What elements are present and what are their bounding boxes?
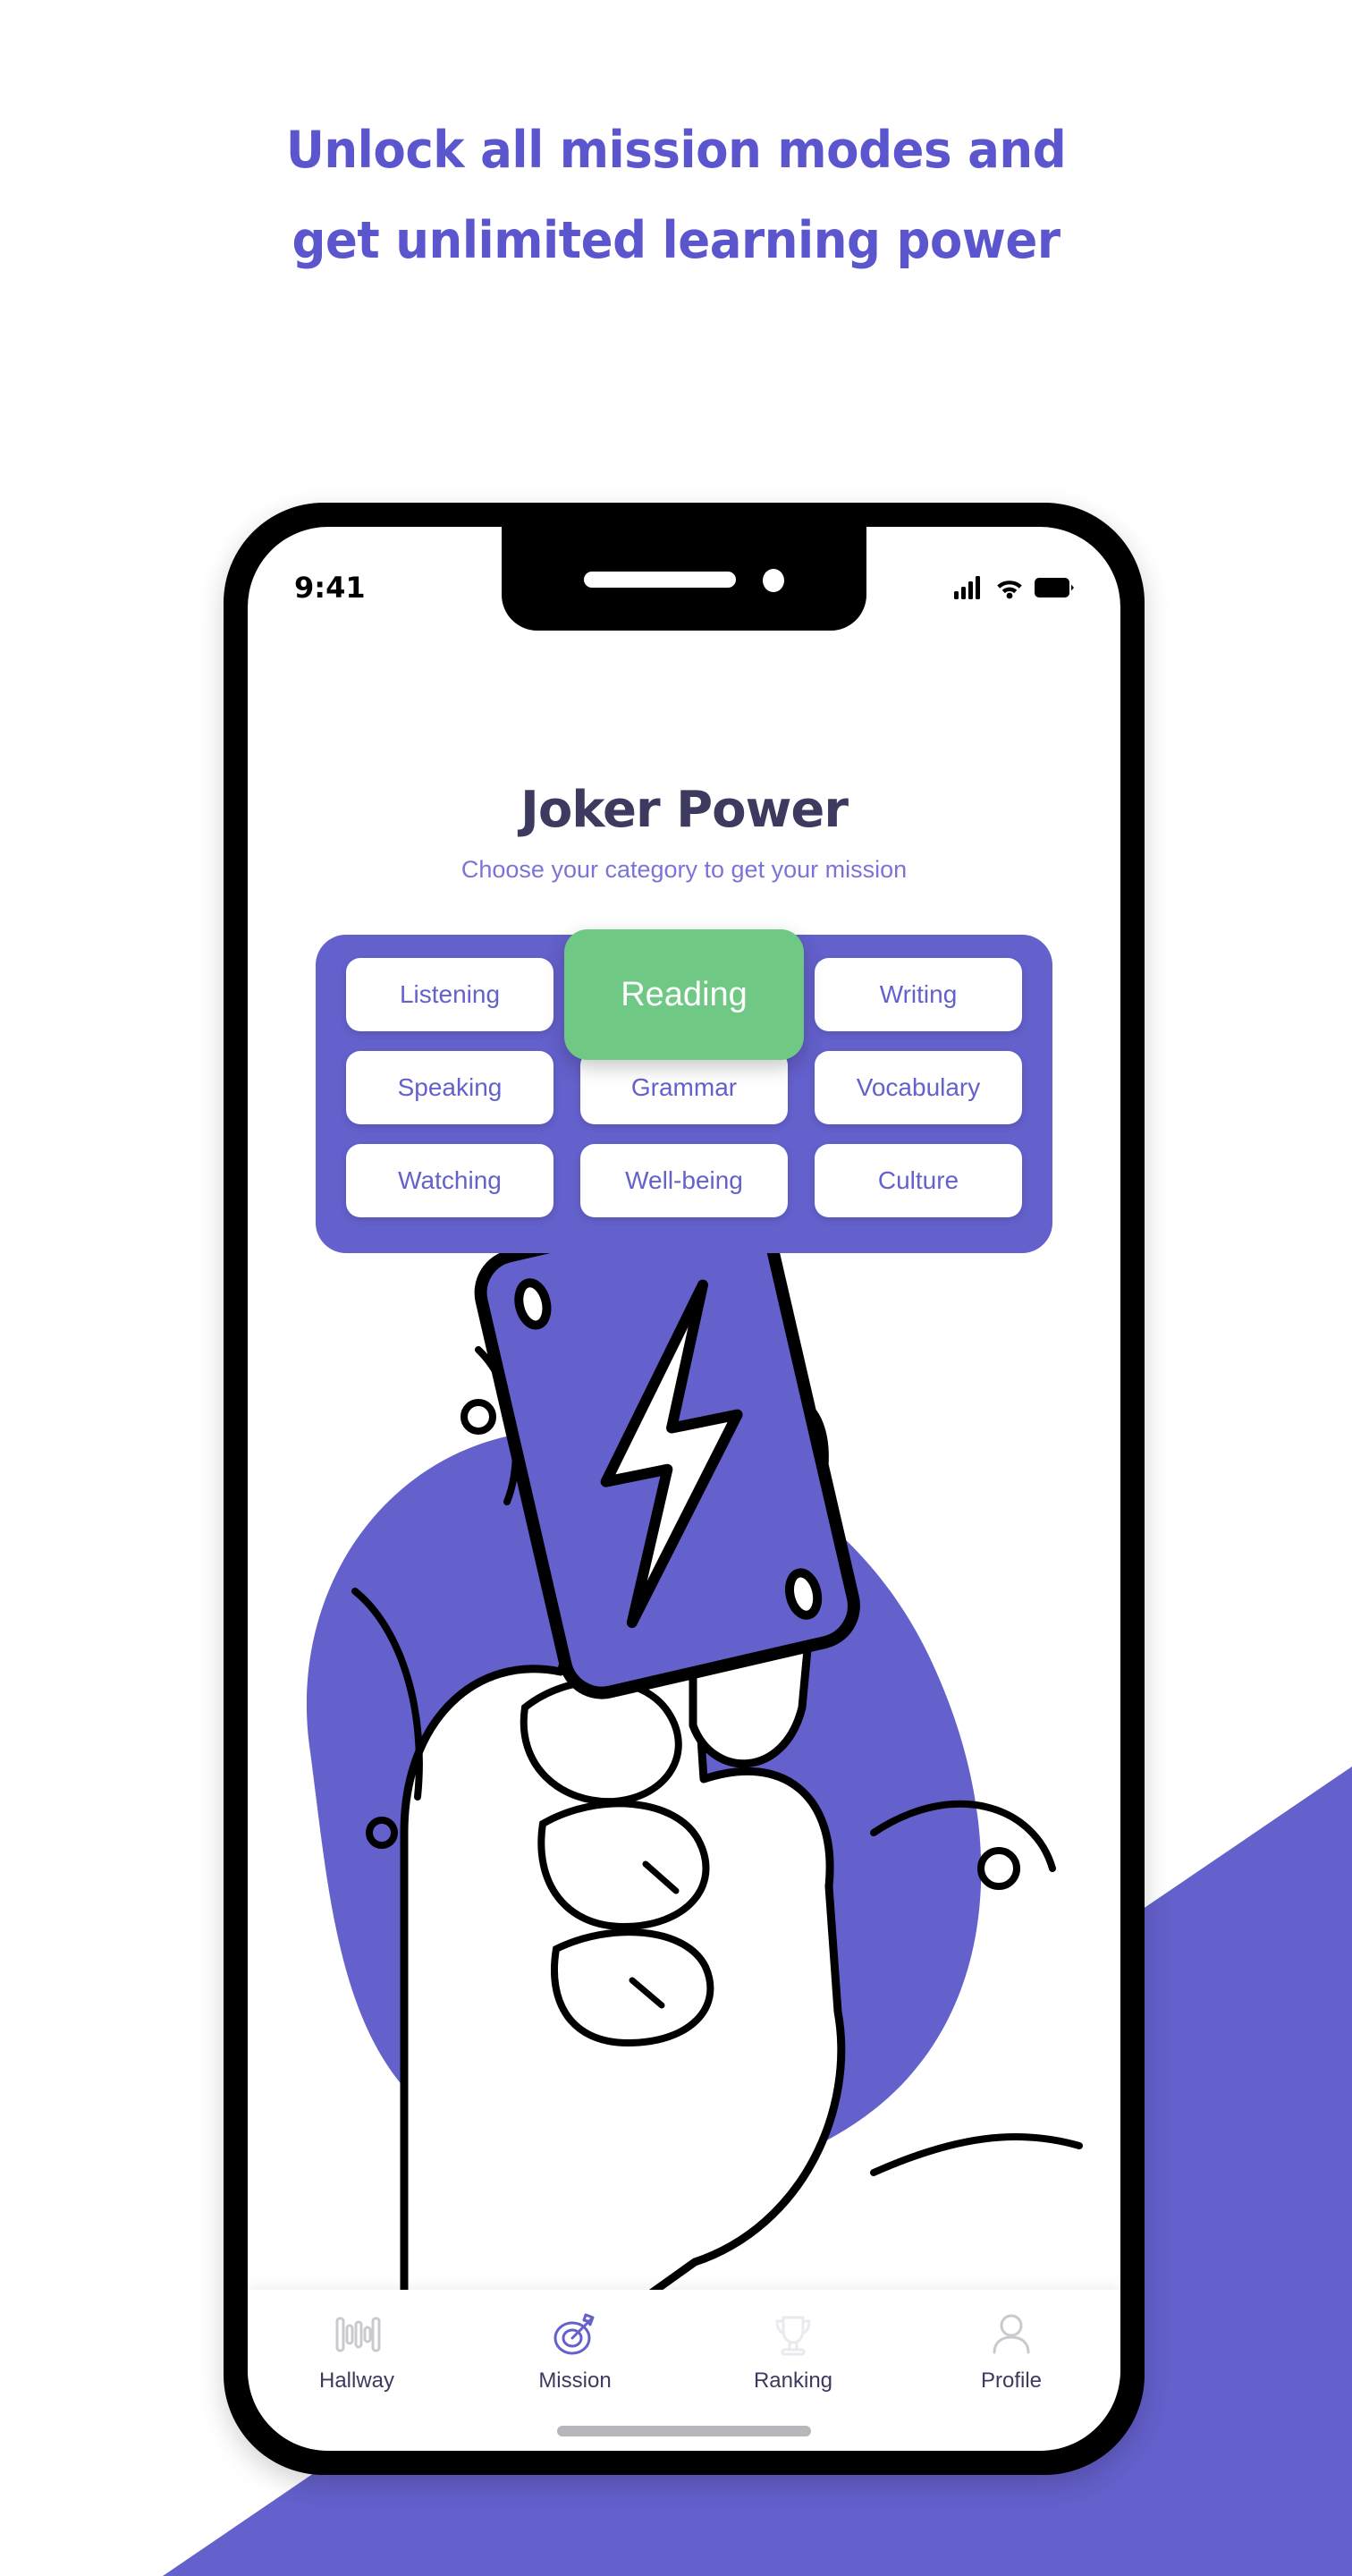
tab-label-profile: Profile [980, 2368, 1043, 2393]
tab-mission[interactable]: Mission [466, 2309, 684, 2394]
phone-notch [502, 527, 866, 631]
category-chip-vocabulary[interactable]: Vocabulary [815, 1051, 1022, 1124]
tab-ranking[interactable]: Ranking [684, 2309, 902, 2394]
tab-hallway[interactable]: Hallway [248, 2309, 466, 2394]
category-chip-listening[interactable]: Listening [346, 958, 553, 1031]
category-chip-watching[interactable]: Watching [346, 1144, 553, 1217]
tab-label-mission: Mission [538, 2368, 612, 2393]
battery-icon [1035, 578, 1074, 597]
phone-screen: 9:41 Joker Power Choose your category to… [248, 527, 1120, 2451]
phone-mockup-frame: 9:41 Joker Power Choose your category to… [224, 503, 1145, 2475]
headline-line-1: Unlock all mission modes and [285, 121, 1067, 180]
headline-line-2: get unlimited learning power [292, 211, 1060, 270]
category-chip-wellbeing[interactable]: Well-being [580, 1144, 788, 1217]
category-row-1: Listening Writing Reading [346, 929, 1022, 1060]
status-icons [954, 576, 1074, 599]
category-chip-culture[interactable]: Culture [815, 1144, 1022, 1217]
category-row-2: Speaking Grammar Vocabulary [346, 1051, 1022, 1124]
home-indicator[interactable] [557, 2426, 811, 2436]
hand-tapping-power-card-illustration [306, 1207, 1083, 2307]
cellular-signal-icon [954, 576, 980, 599]
category-chip-grammar[interactable]: Grammar [580, 1051, 788, 1124]
category-selector-panel: Listening Writing Reading Speaking Gramm… [316, 929, 1052, 1253]
category-chip-writing[interactable]: Writing [815, 958, 1022, 1031]
category-chip-reading-selected[interactable]: Reading [564, 929, 804, 1060]
page-headline: Unlock all mission modes and get unlimit… [0, 106, 1352, 286]
tab-label-ranking: Ranking [753, 2368, 833, 2393]
wifi-icon [997, 580, 1022, 599]
page-subtitle: Choose your category to get your mission [461, 856, 908, 883]
waveform-icon [335, 2317, 381, 2352]
category-row-3: Watching Well-being Culture [346, 1144, 1022, 1217]
tab-profile[interactable]: Profile [902, 2309, 1120, 2394]
page-title: Joker Power [520, 781, 849, 839]
front-camera-icon [763, 569, 784, 592]
status-time: 9:41 [294, 571, 366, 605]
earpiece-speaker [584, 572, 736, 588]
category-chip-speaking[interactable]: Speaking [346, 1051, 553, 1124]
trophy-icon [775, 2316, 811, 2356]
person-icon [993, 2314, 1030, 2354]
tab-label-hallway: Hallway [318, 2368, 395, 2393]
target-arrow-icon [553, 2313, 595, 2355]
